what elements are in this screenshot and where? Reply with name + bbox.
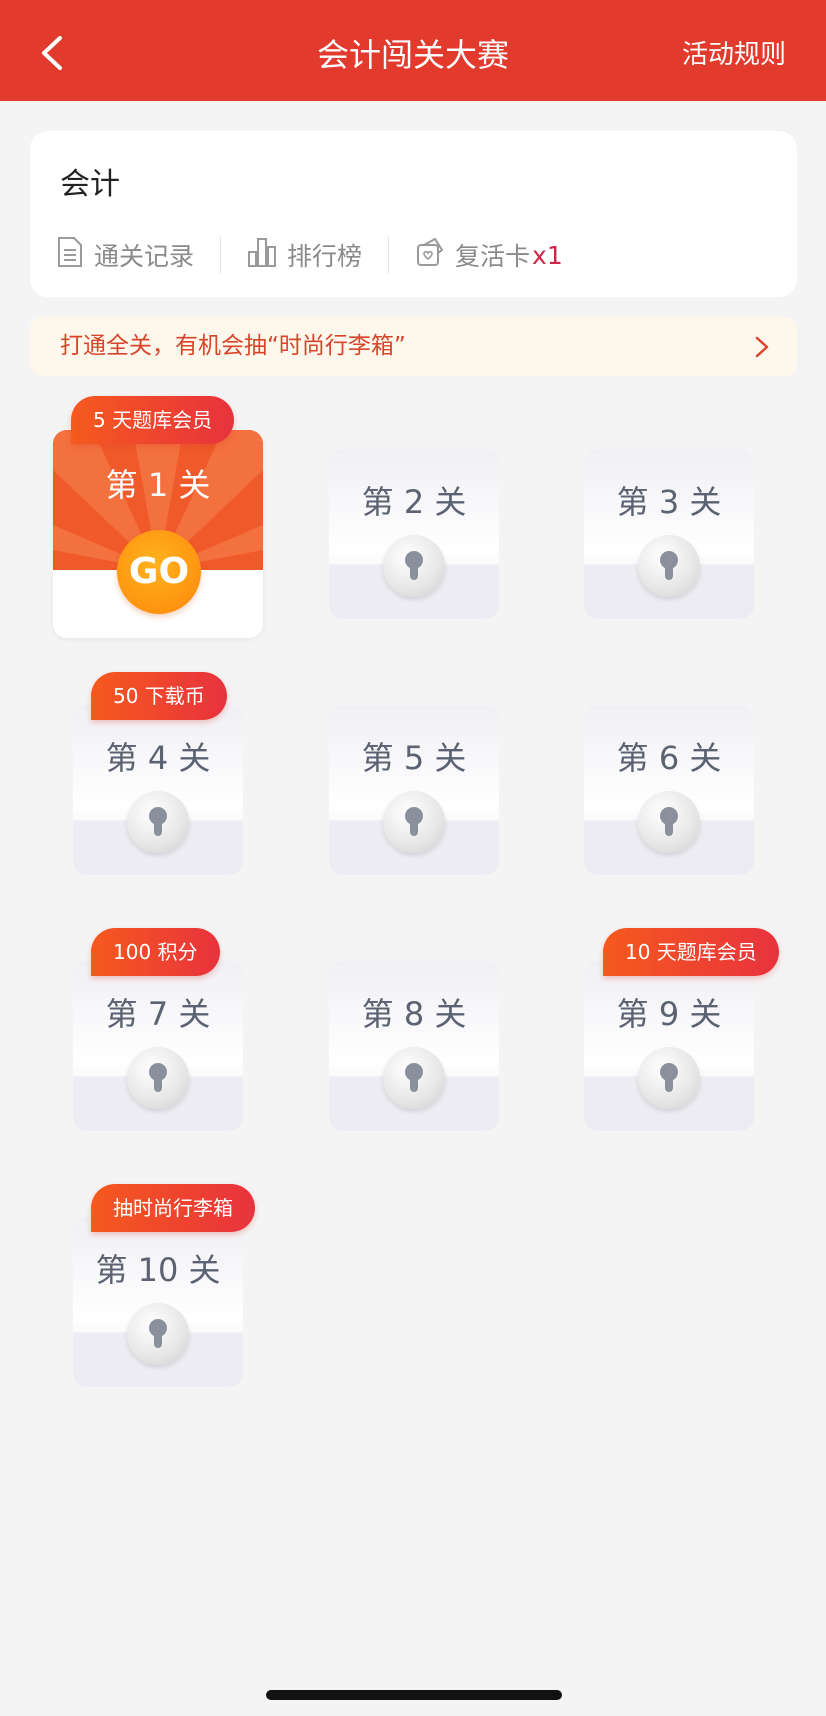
level-1-card[interactable]: 第 1 关 GO [53, 430, 263, 638]
level-9-reward-badge: 10 天题库会员 [603, 928, 779, 976]
lock-icon [383, 535, 445, 597]
prize-banner[interactable]: 打通全关，有机会抽“时尚行李箱” [30, 317, 797, 376]
level-7-card[interactable]: 第 7 关 [73, 961, 243, 1131]
level-7-reward-badge: 100 积分 [91, 928, 220, 976]
level-3-label: 第 3 关 [616, 483, 722, 521]
level-10-label: 第 10 关 [95, 1251, 221, 1289]
level-10-card[interactable]: 第 10 关 [73, 1217, 243, 1387]
level-7-label: 第 7 关 [105, 995, 211, 1033]
subject-title: 会计 [60, 167, 120, 202]
document-icon [56, 236, 94, 274]
level-3-card[interactable]: 第 3 关 [584, 449, 754, 619]
divider [388, 236, 390, 274]
level-6-card[interactable]: 第 6 关 [584, 705, 754, 875]
divider [220, 236, 222, 274]
banner-text: 打通全关，有机会抽“时尚行李箱” [60, 333, 406, 359]
level-4-card[interactable]: 第 4 关 [73, 705, 243, 875]
bar-chart-icon [247, 236, 287, 274]
ranking-button[interactable]: 排行榜 [247, 236, 362, 274]
level-6-label: 第 6 关 [616, 739, 722, 777]
chevron-right-icon [755, 336, 769, 362]
go-button[interactable]: GO [117, 530, 201, 614]
level-2-label: 第 2 关 [361, 483, 467, 521]
revive-label: 复活卡 [455, 242, 531, 271]
revive-card-button[interactable]: 复活卡 x1 [415, 236, 563, 274]
lock-icon [383, 1047, 445, 1109]
level-8-label: 第 8 关 [361, 995, 467, 1033]
lock-icon [638, 1047, 700, 1109]
subject-card: 会计 通关记录 排行榜 复活卡 x1 [30, 131, 797, 297]
rules-link[interactable]: 活动规则 [682, 0, 786, 101]
lock-icon [638, 535, 700, 597]
level-9-card[interactable]: 第 9 关 [584, 961, 754, 1131]
level-5-label: 第 5 关 [361, 739, 467, 777]
records-label: 通关记录 [94, 242, 195, 271]
lock-icon [127, 1303, 189, 1365]
home-indicator[interactable] [266, 1690, 562, 1700]
level-4-reward-badge: 50 下载币 [91, 672, 227, 720]
revive-count: x1 [532, 240, 563, 270]
card-actions: 通关记录 排行榜 复活卡 x1 [56, 229, 563, 281]
level-4-label: 第 4 关 [105, 739, 211, 777]
level-5-card[interactable]: 第 5 关 [329, 705, 499, 875]
level-10-reward-badge: 抽时尚行李箱 [91, 1184, 255, 1232]
nav-bar: 会计闯关大赛 活动规则 [0, 0, 826, 101]
level-9-label: 第 9 关 [616, 995, 722, 1033]
lock-icon [127, 1047, 189, 1109]
ranking-label: 排行榜 [287, 242, 363, 271]
level-1-label: 第 1 关 [105, 466, 211, 504]
lock-icon [383, 791, 445, 853]
level-2-card[interactable]: 第 2 关 [329, 449, 499, 619]
lock-icon [638, 791, 700, 853]
records-button[interactable]: 通关记录 [56, 236, 194, 274]
lock-icon [127, 791, 189, 853]
level-8-card[interactable]: 第 8 关 [329, 961, 499, 1131]
revive-card-icon [415, 236, 455, 274]
level-1-reward-badge: 5 天题库会员 [71, 396, 235, 444]
